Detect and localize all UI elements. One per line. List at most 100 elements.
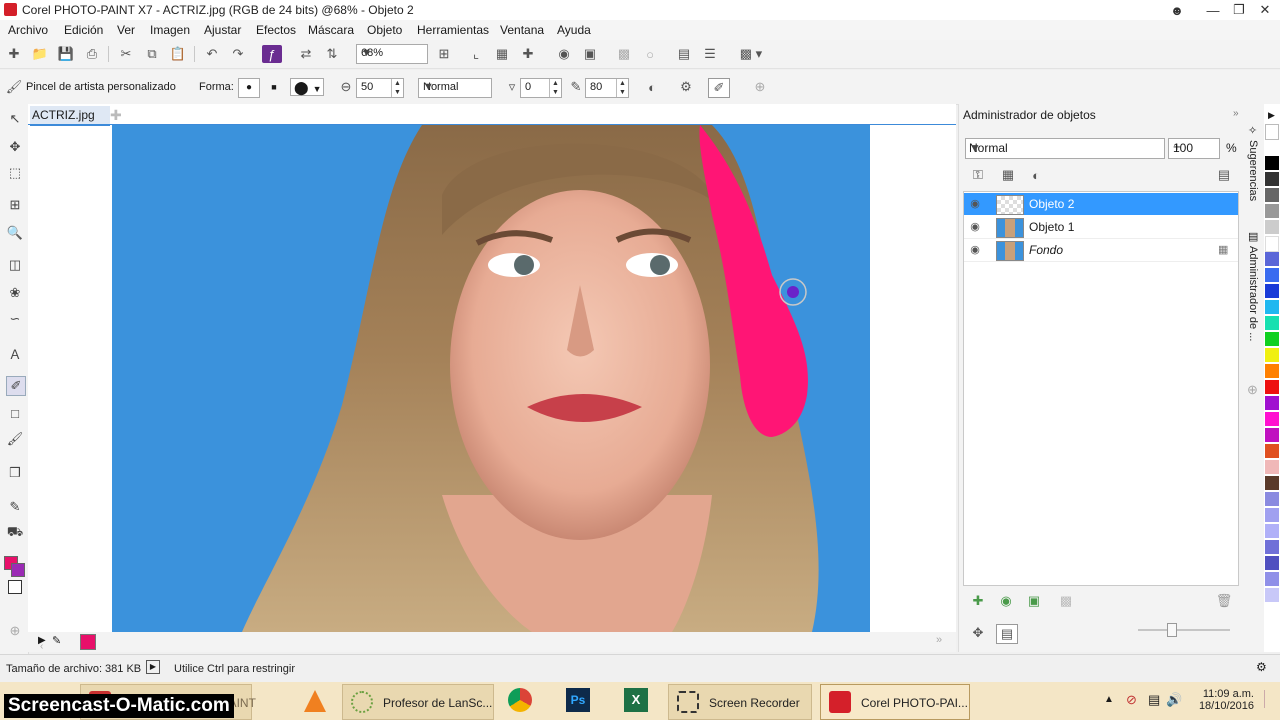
color-swatch[interactable] — [1265, 204, 1279, 218]
align-icon[interactable]: ▩ — [614, 45, 634, 63]
menu-efectos[interactable]: Efectos — [256, 23, 296, 37]
menu-herramientas[interactable]: Herramientas — [417, 23, 489, 37]
layer-row-objeto-2[interactable]: ◉ Objeto 2 — [964, 193, 1238, 215]
user-icon[interactable]: ☻ — [1162, 0, 1192, 20]
menu-imagen[interactable]: Imagen — [150, 23, 190, 37]
add-icon[interactable]: ⊕ — [750, 78, 770, 96]
color-swatch[interactable] — [1265, 588, 1279, 602]
image-canvas[interactable] — [112, 125, 870, 632]
color-swatch[interactable] — [1265, 252, 1279, 266]
round-shape-button[interactable]: ● — [238, 78, 260, 98]
layer-row-objeto-1[interactable]: ◉ Objeto 1 — [964, 216, 1238, 239]
copy-icon[interactable]: ⧉ — [142, 45, 162, 63]
color-swatch[interactable] — [1265, 316, 1279, 330]
tab-sugerencias[interactable]: Sugerencias — [1247, 140, 1259, 201]
visibility-eye-icon[interactable]: ◉ — [968, 220, 982, 234]
zoom-level-select[interactable]: 68% ▼ — [356, 44, 428, 64]
open-icon[interactable]: 📁 — [30, 45, 50, 63]
zoom-fit-icon[interactable]: ⊞ — [434, 45, 454, 63]
paste-icon[interactable]: 📋 — [168, 45, 188, 63]
add-docker-icon[interactable]: ⊕ — [1247, 382, 1258, 398]
color-swatch[interactable] — [1265, 396, 1279, 410]
paint-tool-icon[interactable]: ✐ — [6, 376, 26, 396]
hints-tab-icon[interactable]: ✧ — [1248, 124, 1257, 137]
scroll-right-icon[interactable]: » — [936, 634, 942, 646]
delete-object-icon[interactable]: 🗑 — [1214, 592, 1234, 610]
launcher-icon[interactable]: ▩ ▾ — [734, 45, 768, 63]
new-lens-icon[interactable]: ◉ — [996, 592, 1016, 610]
document-tab[interactable]: ACTRIZ.jpg — [30, 106, 110, 126]
undo-icon[interactable]: ↶ — [202, 45, 222, 63]
menu-ayuda[interactable]: Ayuda — [557, 23, 591, 37]
menu-ver[interactable]: Ver — [117, 23, 135, 37]
brush-settings-icon[interactable]: ◐ — [642, 78, 662, 96]
tray-expand-icon[interactable]: ▲ — [1104, 694, 1114, 705]
transparency-field[interactable]: 0 ▲ ▼ — [520, 78, 562, 98]
opacity-field[interactable]: 80 ▲ ▼ — [585, 78, 629, 98]
color-swatch[interactable] — [1265, 364, 1279, 378]
object-properties-icon[interactable]: ▤ — [1214, 166, 1234, 184]
visibility-eye-icon[interactable]: ◉ — [968, 197, 982, 211]
color-swatch[interactable] — [1265, 284, 1279, 298]
docker-expand-icon[interactable]: » — [1233, 108, 1239, 119]
pick-tool-icon[interactable]: ↖ — [6, 110, 24, 128]
mask-overlay-icon[interactable]: ◉ — [554, 45, 574, 63]
color-swatch[interactable] — [1265, 460, 1279, 474]
menu-mascara[interactable]: Máscara — [308, 23, 354, 37]
visibility-eye-icon[interactable]: ◉ — [968, 243, 982, 257]
chrome-icon[interactable] — [508, 688, 532, 712]
status-settings-icon[interactable]: ⚙ — [1256, 660, 1267, 674]
color-swatch[interactable] — [1265, 220, 1279, 234]
color-swatch[interactable] — [1265, 444, 1279, 458]
cut-icon[interactable]: ✂ — [116, 45, 136, 63]
color-swatch[interactable] — [1265, 428, 1279, 442]
distribute-icon[interactable]: ○ — [640, 45, 660, 63]
object-merge-mode-select[interactable]: Normal ▼ — [965, 138, 1165, 159]
status-menu-icon[interactable]: ▶ — [146, 660, 160, 674]
task-screen-recorder[interactable]: Screen Recorder — [668, 684, 812, 720]
eyedropper-tool-icon[interactable]: ✎ — [6, 498, 24, 516]
square-shape-button[interactable]: ■ — [264, 78, 284, 96]
transform-tool-icon[interactable]: ✥ — [6, 138, 24, 156]
task-profesor[interactable]: Profesor de LanSc... — [342, 684, 494, 720]
welcome-screen-icon[interactable]: ▤ — [674, 45, 694, 63]
fill-tool-icon[interactable]: ⛟ — [6, 524, 24, 542]
menu-ventana[interactable]: Ventana — [500, 23, 544, 37]
menu-edicion[interactable]: Edición — [64, 23, 103, 37]
rectangle-tool-icon[interactable]: □ — [6, 404, 24, 422]
corel-connect-icon[interactable]: ƒ — [262, 45, 282, 63]
mask-tool-icon[interactable]: ⬚ — [6, 164, 24, 182]
excel-icon[interactable]: X — [624, 688, 648, 712]
color-swatch[interactable] — [1265, 268, 1279, 282]
network-icon[interactable]: ⊘ — [1126, 692, 1137, 708]
rulers-icon[interactable]: ⌞ — [466, 45, 486, 63]
color-swatch[interactable] — [1265, 332, 1279, 346]
object-manager-tab-icon[interactable]: ▤ — [1248, 230, 1258, 243]
eraser-tool-icon[interactable]: ◫ — [6, 256, 24, 274]
palette-scroll-up-icon[interactable]: ▶ — [1268, 110, 1275, 121]
color-swatch[interactable] — [1265, 188, 1279, 202]
vlc-icon[interactable] — [304, 690, 326, 712]
color-swatch[interactable] — [1265, 380, 1279, 394]
object-opacity-field[interactable]: 100 + — [1168, 138, 1220, 159]
lock-icon[interactable]: ⚿ — [968, 166, 988, 184]
show-desktop-button[interactable] — [1264, 690, 1277, 708]
photoshop-icon[interactable]: Ps — [566, 688, 590, 712]
brush-type-select[interactable]: ⬤ ▼ — [290, 78, 324, 96]
close-button[interactable]: ✕ — [1250, 0, 1280, 20]
background-color-swatch[interactable] — [11, 563, 25, 577]
menu-objeto[interactable]: Objeto — [367, 23, 402, 37]
battery-icon[interactable]: ▤ — [1148, 692, 1160, 708]
save-icon[interactable]: 💾 — [56, 45, 76, 63]
volume-icon[interactable]: 🔊 — [1166, 692, 1182, 708]
color-swatch[interactable] — [1265, 172, 1279, 186]
clone-tool-icon[interactable]: ❀ — [6, 284, 24, 302]
new-file-icon[interactable]: ✚ — [4, 45, 24, 63]
fit-object-icon[interactable]: ✥ — [968, 624, 988, 642]
color-swatch[interactable] — [1265, 492, 1279, 506]
guidelines-icon[interactable]: ✚ — [518, 45, 538, 63]
layer-row-fondo[interactable]: ◉ Fondo ▦ — [964, 239, 1238, 262]
combine-objects-icon[interactable]: ▩ — [1056, 592, 1076, 610]
thumbnail-size-slider-track[interactable] — [1138, 629, 1230, 631]
text-tool-icon[interactable]: Ａ — [6, 344, 24, 362]
